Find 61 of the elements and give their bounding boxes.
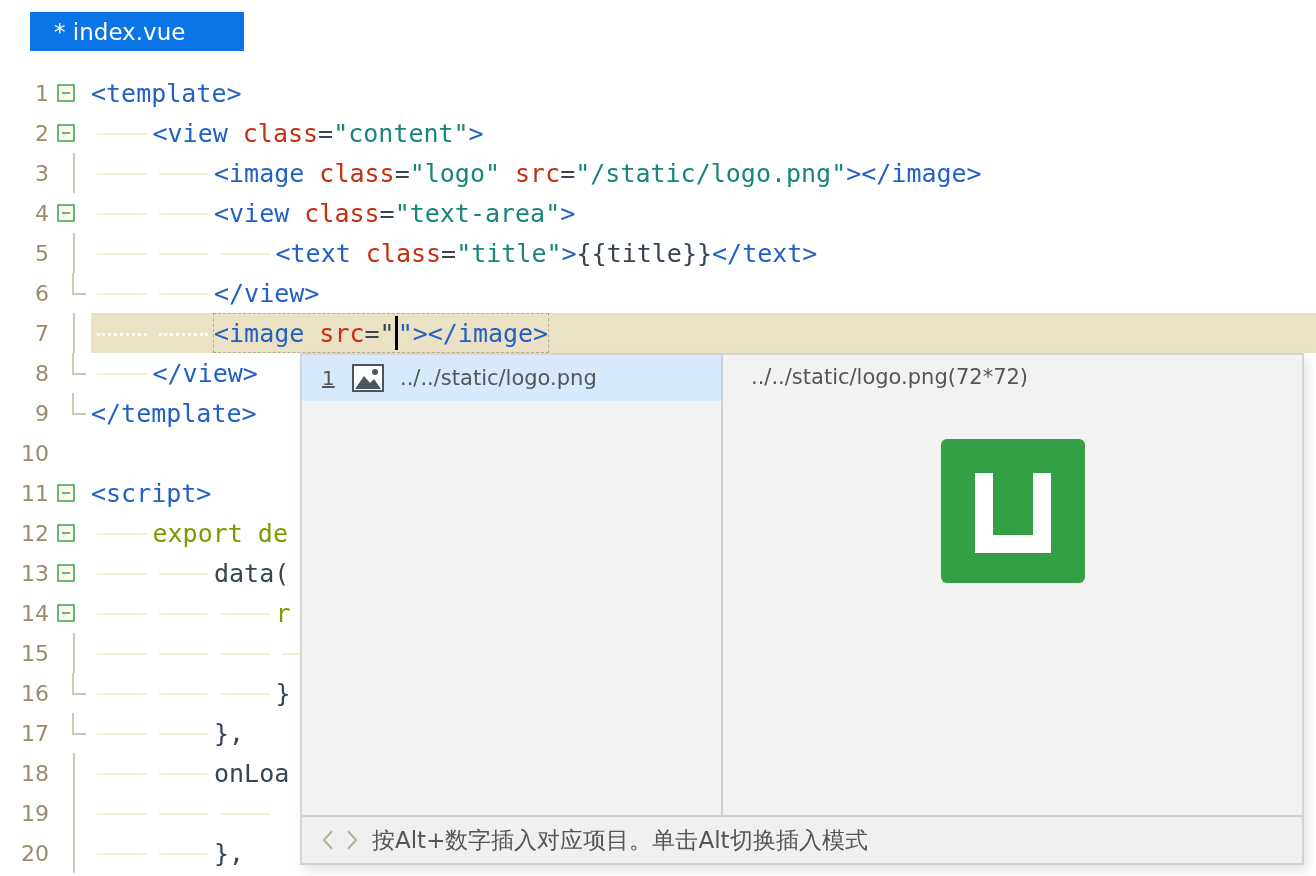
fold-icon[interactable]	[57, 84, 75, 102]
line-number: 6	[34, 280, 49, 306]
previous-icon[interactable]	[320, 828, 336, 852]
code-line: </view>	[214, 277, 320, 310]
code-line: },	[214, 837, 245, 870]
fold-guide-line	[73, 313, 75, 353]
fold-guide-line	[73, 633, 75, 673]
line-number: 2	[34, 120, 49, 146]
code-line: r	[275, 597, 291, 630]
code-line: <view class="content">	[152, 117, 484, 150]
fold-end-line	[72, 673, 86, 695]
line-number: 10	[20, 440, 49, 466]
fold-icon[interactable]	[57, 484, 75, 502]
fold-guide-line	[73, 153, 75, 193]
code-line: <script>	[91, 477, 212, 510]
line-number: 15	[20, 640, 49, 666]
line-number: 8	[34, 360, 49, 386]
fold-icon[interactable]	[57, 524, 75, 542]
preview-title: ../../static/logo.png(72*72)	[751, 365, 1029, 389]
line-number: 12	[20, 520, 49, 546]
logo-icon	[940, 439, 1085, 583]
code-line: </template>	[91, 397, 257, 430]
fold-end-line	[72, 393, 86, 415]
code-line: <template>	[91, 77, 242, 110]
fold-end-line	[72, 273, 86, 295]
line-number: 4	[34, 200, 49, 226]
line-number: 13	[20, 560, 49, 586]
hint-text: 按Alt+数字插入对应项目。单击Alt切换插入模式	[372, 825, 868, 855]
fold-icon[interactable]	[57, 124, 75, 142]
fold-icon[interactable]	[57, 564, 75, 582]
line-number: 1	[34, 80, 49, 106]
file-tab[interactable]: * index.vue	[30, 12, 244, 51]
code-line: <view class="text-area">	[214, 197, 576, 230]
code-line: <image class="logo" src="/static/logo.png"></image>	[214, 157, 982, 190]
code-line: </view>	[152, 357, 258, 390]
fold-icon[interactable]	[57, 204, 75, 222]
fold-icon[interactable]	[57, 604, 75, 622]
code-line: onLoa	[214, 757, 290, 790]
line-number: 18	[20, 760, 49, 786]
image-icon	[352, 364, 384, 392]
line-number: 11	[20, 480, 49, 506]
code-line: <text class="title">{{title}}</text>	[275, 237, 818, 270]
line-number: 16	[20, 680, 49, 706]
suggestion-item[interactable]: 1 ../../static/logo.png	[302, 355, 721, 401]
code-line: data(	[214, 557, 290, 590]
next-icon[interactable]	[344, 828, 360, 852]
line-number: 9	[34, 400, 49, 426]
code-line: export de	[152, 517, 288, 550]
code-line: <image src=""></image>	[214, 314, 549, 352]
line-number: 14	[20, 600, 49, 626]
line-number: 17	[20, 720, 49, 746]
fold-guide-line	[73, 233, 75, 273]
line-number: 5	[34, 240, 49, 266]
fold-end-line	[72, 353, 86, 375]
line-number: 20	[20, 840, 49, 866]
fold-end-line	[72, 713, 86, 735]
line-number: 3	[34, 160, 49, 186]
code-line: }	[275, 677, 291, 710]
line-number: 7	[34, 320, 49, 346]
code-line: },	[214, 717, 245, 750]
line-number: 19	[20, 800, 49, 826]
